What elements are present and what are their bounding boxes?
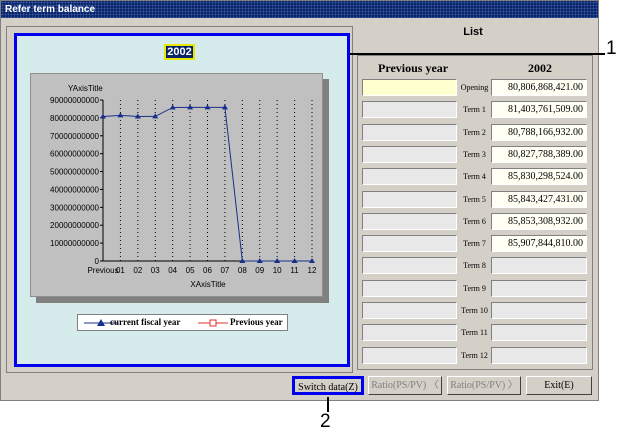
x-axis-title: XAxisTitle <box>190 280 226 289</box>
data-point <box>117 112 124 118</box>
previous-year-cell <box>362 280 457 297</box>
x-tick-label: 12 <box>308 266 317 275</box>
term-label: Opening <box>460 83 489 92</box>
y-tick-label: 90000000000 <box>50 96 99 105</box>
current-year-cell: 80,827,788,389.00 <box>491 146 587 163</box>
current-year-cell: 85,830,298,524.00 <box>491 168 587 185</box>
previous-year-cell <box>362 191 457 208</box>
x-tick-label: 06 <box>203 266 212 275</box>
term-label: Term 12 <box>461 351 488 360</box>
x-tick-label: 02 <box>133 266 142 275</box>
x-tick-label: 09 <box>255 266 264 275</box>
previous-year-cell <box>362 146 457 163</box>
ratio-next-button: Ratio(PS/PV) 〉 <box>447 376 521 395</box>
line-chart: 90000000000 80000000000 70000000000 6000000… <box>50 84 317 289</box>
y-tick-label: 60000000000 <box>50 150 99 159</box>
current-year-cell <box>491 347 587 364</box>
current-year-cell <box>491 302 587 319</box>
window-title: Refer term balance <box>1 1 598 18</box>
legend-current-label: current fiscal year <box>110 317 181 327</box>
y-tick-label: 50000000000 <box>50 168 99 177</box>
term-label: Term 11 <box>461 328 488 337</box>
current-year-cell <box>491 257 587 274</box>
current-year-cell: 85,907,844,810.00 <box>491 235 587 252</box>
previous-year-cell <box>362 168 457 185</box>
chart-legend: current fiscal year Previous year <box>77 314 288 331</box>
list-title: List <box>463 26 483 38</box>
current-year-cell <box>491 280 587 297</box>
term-label: Term 1 <box>463 105 486 114</box>
previous-year-cell <box>362 101 457 118</box>
current-year-cell <box>491 324 587 341</box>
legend-previous-label: Previous year <box>230 317 283 327</box>
x-tick-label: Previous <box>87 266 118 275</box>
data-point <box>152 113 159 119</box>
term-label: Term 9 <box>463 284 486 293</box>
ratio-prev-button: Ratio(PS/PV) 〈 <box>368 376 442 395</box>
x-tick-label: 04 <box>168 266 177 275</box>
term-label: Term 7 <box>463 239 486 248</box>
chart-year-label: 2002 <box>164 44 195 60</box>
y-tick-label: 30000000000 <box>50 203 99 212</box>
x-tick-label: 10 <box>273 266 282 275</box>
y-tick-label: 40000000000 <box>50 185 99 194</box>
y-tick-label: 20000000000 <box>50 221 99 230</box>
previous-year-cell <box>362 124 457 141</box>
term-label: Term 3 <box>463 150 486 159</box>
column-header-2002: 2002 <box>528 61 552 75</box>
previous-year-cell <box>362 257 457 274</box>
y-tick-label: 70000000000 <box>50 132 99 141</box>
x-tick-label: 07 <box>220 266 229 275</box>
ratio-next-label: Ratio(PS/PV) <box>450 380 506 391</box>
current-year-cell: 80,788,166,932.00 <box>491 124 587 141</box>
y-axis-title: YAxisTitle <box>68 84 103 93</box>
data-point <box>221 104 228 110</box>
x-tick-label: 01 <box>116 266 125 275</box>
previous-year-cell <box>362 213 457 230</box>
switch-data-button[interactable]: Switch data(Z) <box>292 376 364 395</box>
y-tick-label: 10000000000 <box>50 239 99 248</box>
exit-button[interactable]: Exit(E) <box>526 376 592 395</box>
term-label: Term 2 <box>463 128 486 137</box>
ratio-prev-label: Ratio(PS/PV) <box>371 380 427 391</box>
y-tick-label: 80000000000 <box>50 114 99 123</box>
current-year-cell: 81,403,761,509.00 <box>491 101 587 118</box>
previous-year-cell <box>362 347 457 364</box>
current-year-cell: 80,806,868,421.00 <box>491 79 587 96</box>
term-label: Term 5 <box>463 195 486 204</box>
previous-year-cell <box>362 302 457 319</box>
current-year-cell: 85,843,427,431.00 <box>491 191 587 208</box>
x-tick-label: 08 <box>238 266 247 275</box>
x-tick-label: 11 <box>290 266 299 275</box>
term-label: Term 10 <box>461 306 488 315</box>
x-tick-label: 03 <box>151 266 160 275</box>
callout-2: 2 <box>320 411 331 432</box>
y-tick-label: 0 <box>95 257 100 266</box>
previous-year-cell <box>362 79 457 96</box>
previous-year-cell <box>362 324 457 341</box>
term-label: Term 4 <box>463 172 486 181</box>
column-header-previous-year: Previous year <box>378 61 449 75</box>
chevron-right-icon: 〉 <box>507 380 518 391</box>
chevron-left-icon: 〈 <box>428 380 439 391</box>
previous-year-cell <box>362 235 457 252</box>
x-tick-label: 05 <box>186 266 195 275</box>
term-label: Term 8 <box>463 261 486 270</box>
callout-1: 1 <box>606 38 617 59</box>
term-label: Term 6 <box>463 217 486 226</box>
current-year-cell: 85,853,308,932.00 <box>491 213 587 230</box>
